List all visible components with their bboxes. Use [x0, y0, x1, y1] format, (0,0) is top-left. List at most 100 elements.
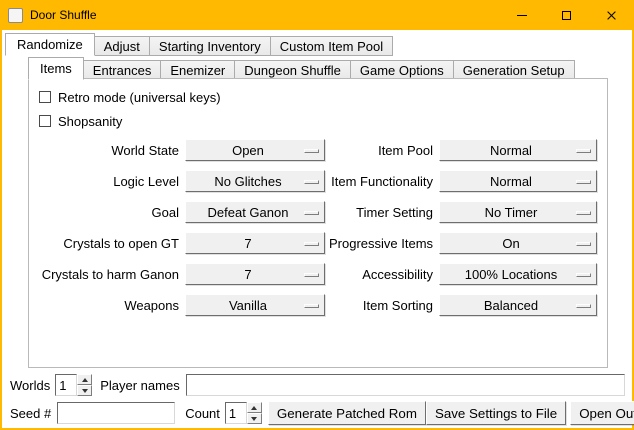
minimize-icon — [517, 15, 527, 16]
timer-setting-value: No Timer — [485, 205, 552, 220]
count-spin-arrows — [247, 402, 262, 424]
outer-tab-strip: Randomize Adjust Starting Inventory Cust… — [5, 33, 392, 56]
dropdown-indicator-icon — [576, 149, 591, 153]
item-sorting-value: Balanced — [484, 298, 552, 313]
goal-dropdown[interactable]: Defeat Ganon — [185, 201, 325, 223]
item-pool-label: Item Pool — [329, 143, 435, 158]
dropdown-indicator-icon — [304, 180, 319, 184]
tab-dungeon-shuffle[interactable]: Dungeon Shuffle — [234, 60, 351, 80]
count-label: Count — [185, 406, 220, 421]
crystals-harm-ganon-value: 7 — [244, 267, 265, 282]
field-row: Crystals to open GT 7 Progressive Items … — [35, 232, 601, 254]
tab-entrances[interactable]: Entrances — [83, 60, 162, 80]
count-spin-up-button[interactable] — [247, 402, 262, 413]
accessibility-dropdown[interactable]: 100% Locations — [439, 263, 597, 285]
progressive-items-label: Progressive Items — [329, 236, 435, 251]
item-pool-value: Normal — [490, 143, 546, 158]
worlds-spin-down-button[interactable] — [77, 385, 92, 396]
field-row: Logic Level No Glitches Item Functionali… — [35, 170, 601, 192]
weapons-dropdown[interactable]: Vanilla — [185, 294, 325, 316]
inner-tab-strip: Items Entrances Enemizer Dungeon Shuffle… — [28, 57, 574, 80]
dropdown-indicator-icon — [576, 180, 591, 184]
crystals-harm-ganon-label: Crystals to harm Ganon — [35, 267, 181, 282]
logic-level-dropdown[interactable]: No Glitches — [185, 170, 325, 192]
item-functionality-label: Item Functionality — [329, 174, 435, 189]
progressive-items-value: On — [502, 236, 533, 251]
goal-label: Goal — [35, 205, 181, 220]
tab-items[interactable]: Items — [28, 57, 84, 80]
field-row: Goal Defeat Ganon Timer Setting No Timer — [35, 201, 601, 223]
seed-row: Seed # Count Generate Patched Rom Save S… — [10, 401, 625, 425]
window-title: Door Shuffle — [30, 8, 97, 22]
dropdown-indicator-icon — [304, 273, 319, 277]
app-icon — [8, 8, 23, 23]
dropdown-indicator-icon — [576, 273, 591, 277]
maximize-button[interactable] — [544, 0, 589, 30]
tab-game-options[interactable]: Game Options — [350, 60, 454, 80]
dropdown-indicator-icon — [576, 242, 591, 246]
door-shuffle-window: Door Shuffle Randomize Adjust Starting I… — [0, 0, 634, 430]
worlds-label: Worlds — [10, 378, 50, 393]
dropdown-indicator-icon — [304, 242, 319, 246]
save-settings-button[interactable]: Save Settings to File — [426, 401, 566, 425]
items-tab-pane: Retro mode (universal keys) Shopsanity W… — [28, 78, 608, 368]
player-names-input[interactable] — [186, 374, 625, 396]
worlds-spin-up-button[interactable] — [77, 374, 92, 385]
weapons-label: Weapons — [35, 298, 181, 313]
weapons-value: Vanilla — [229, 298, 281, 313]
item-functionality-dropdown[interactable]: Normal — [439, 170, 597, 192]
arrow-up-icon — [82, 378, 88, 382]
accessibility-value: 100% Locations — [465, 267, 572, 282]
crystals-harm-ganon-dropdown[interactable]: 7 — [185, 263, 325, 285]
seed-label: Seed # — [10, 406, 51, 421]
worlds-row: Worlds Player names — [10, 374, 625, 396]
minimize-button[interactable] — [499, 0, 544, 30]
tab-starting-inventory[interactable]: Starting Inventory — [149, 36, 271, 56]
count-input[interactable] — [225, 402, 247, 424]
retro-mode-checkbox[interactable]: Retro mode (universal keys) — [39, 87, 601, 107]
tab-generation-setup[interactable]: Generation Setup — [453, 60, 575, 80]
crystals-open-gt-dropdown[interactable]: 7 — [185, 232, 325, 254]
caption-buttons — [499, 0, 634, 30]
player-names-label: Player names — [100, 378, 179, 393]
item-functionality-value: Normal — [490, 174, 546, 189]
title-bar[interactable]: Door Shuffle — [0, 0, 634, 30]
world-state-label: World State — [35, 143, 181, 158]
seed-input[interactable] — [57, 402, 175, 424]
dropdown-indicator-icon — [576, 211, 591, 215]
open-output-directory-button[interactable]: Open Output Directory — [570, 401, 634, 425]
close-button[interactable] — [589, 0, 634, 30]
count-spinbox — [225, 402, 262, 424]
tab-custom-item-pool[interactable]: Custom Item Pool — [270, 36, 393, 56]
goal-value: Defeat Ganon — [208, 205, 303, 220]
window-body: Randomize Adjust Starting Inventory Cust… — [2, 30, 632, 428]
worlds-input[interactable] — [55, 374, 77, 396]
crystals-open-gt-value: 7 — [244, 236, 265, 251]
tab-enemizer[interactable]: Enemizer — [160, 60, 235, 80]
field-row: Weapons Vanilla Item Sorting Balanced — [35, 294, 601, 316]
world-state-value: Open — [232, 143, 278, 158]
settings-fields: World State Open Item Pool Normal Logic … — [35, 139, 601, 316]
dropdown-indicator-icon — [304, 304, 319, 308]
count-spin-down-button[interactable] — [247, 413, 262, 424]
crystals-open-gt-label: Crystals to open GT — [35, 236, 181, 251]
progressive-items-dropdown[interactable]: On — [439, 232, 597, 254]
shopsanity-checkbox[interactable]: Shopsanity — [39, 111, 601, 131]
timer-setting-dropdown[interactable]: No Timer — [439, 201, 597, 223]
dropdown-indicator-icon — [304, 211, 319, 215]
tab-adjust[interactable]: Adjust — [94, 36, 150, 56]
item-sorting-dropdown[interactable]: Balanced — [439, 294, 597, 316]
retro-mode-label: Retro mode (universal keys) — [58, 90, 221, 105]
timer-setting-label: Timer Setting — [329, 205, 435, 220]
retro-mode-checkbox-box — [39, 91, 51, 103]
field-row: World State Open Item Pool Normal — [35, 139, 601, 161]
world-state-dropdown[interactable]: Open — [185, 139, 325, 161]
item-pool-dropdown[interactable]: Normal — [439, 139, 597, 161]
dropdown-indicator-icon — [576, 304, 591, 308]
generate-patched-rom-button[interactable]: Generate Patched Rom — [268, 401, 426, 425]
logic-level-value: No Glitches — [214, 174, 295, 189]
tab-randomize[interactable]: Randomize — [5, 33, 95, 56]
close-icon — [606, 10, 617, 21]
item-sorting-label: Item Sorting — [329, 298, 435, 313]
worlds-spin-arrows — [77, 374, 92, 396]
